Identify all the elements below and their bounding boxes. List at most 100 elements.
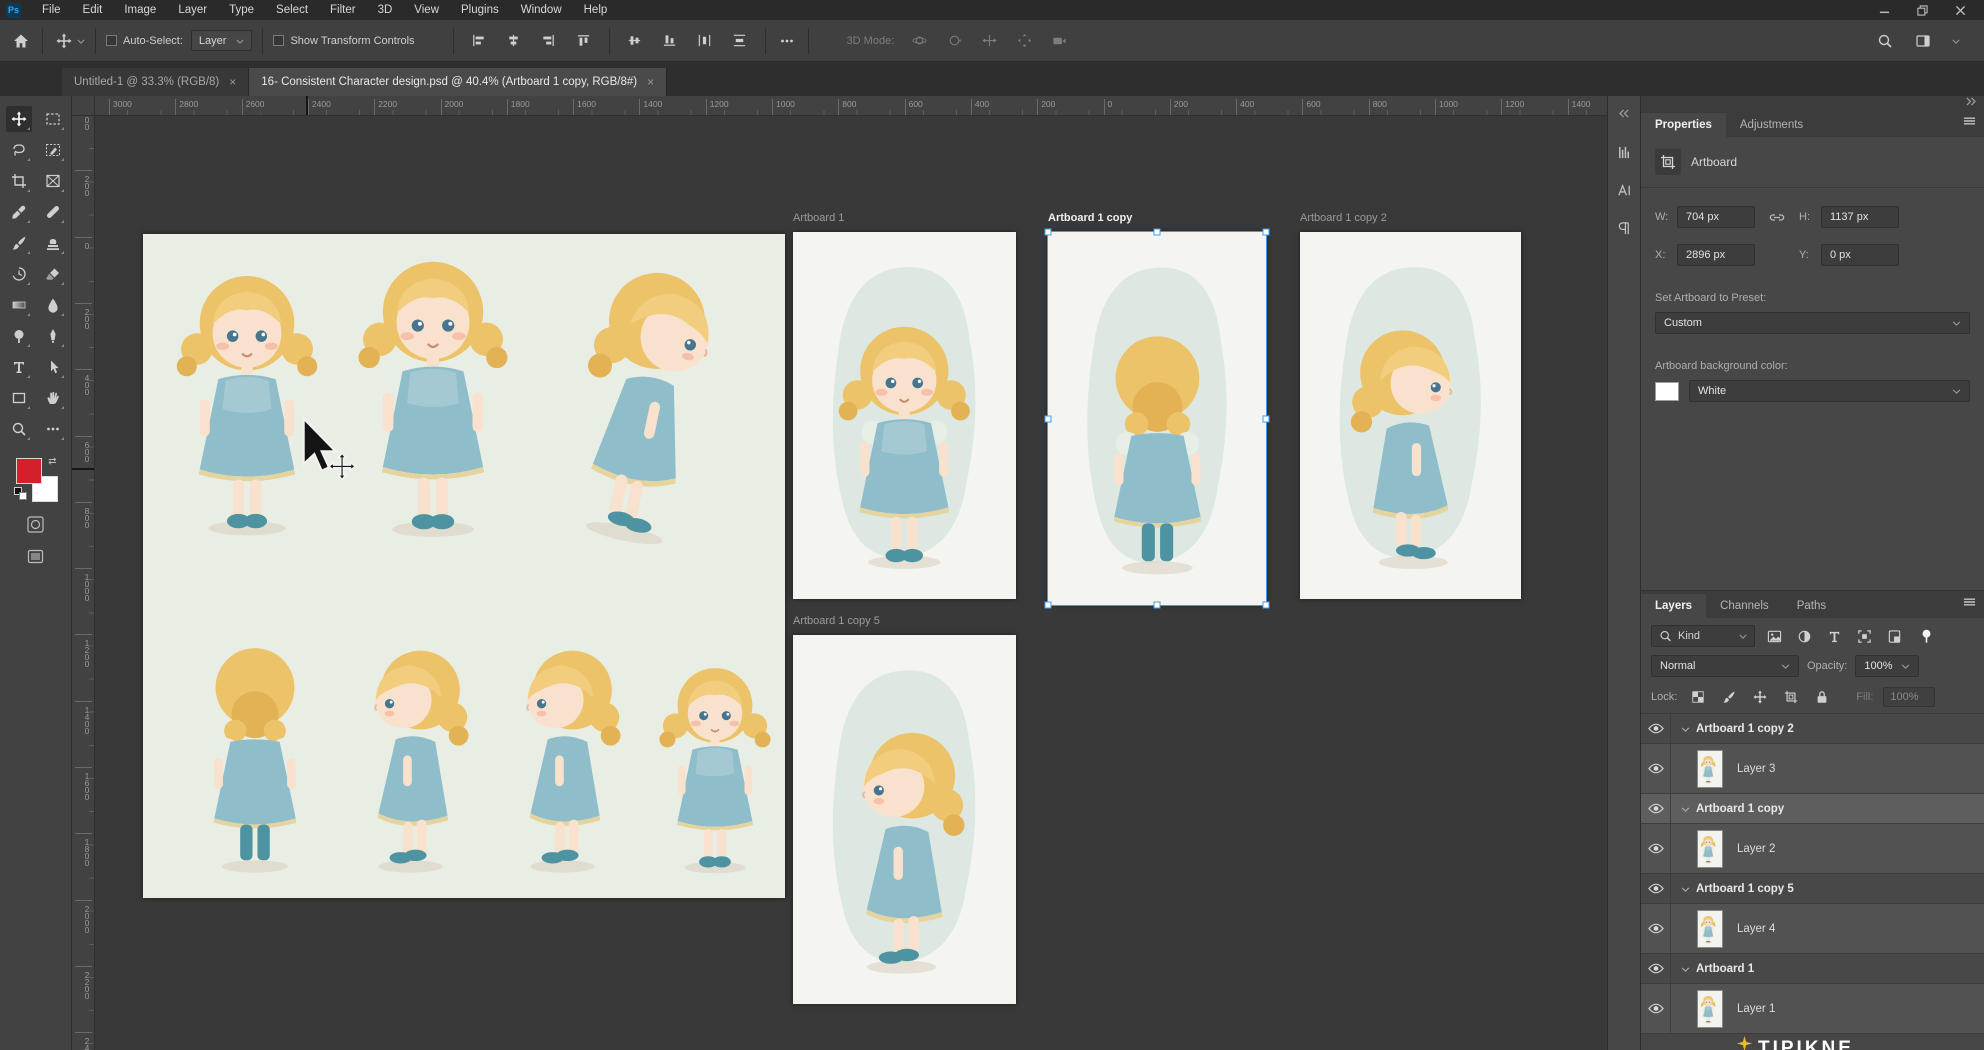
search-icon[interactable] <box>1874 30 1896 52</box>
menu-3d[interactable]: 3D <box>367 4 404 16</box>
artboard-label[interactable]: Artboard 1 copy 5 <box>793 615 880 631</box>
character-panel-icon[interactable] <box>1614 180 1634 200</box>
chevron-down-icon[interactable] <box>1681 803 1690 815</box>
lock-image-pixels-icon[interactable] <box>1718 686 1739 707</box>
filter-type-layers-icon[interactable] <box>1824 626 1845 647</box>
visibility-eye-icon[interactable] <box>1641 874 1671 903</box>
eyedropper-tool[interactable] <box>6 199 32 225</box>
artboard-label[interactable]: Artboard 1 copy <box>1048 212 1132 228</box>
pen-tool[interactable] <box>40 323 66 349</box>
tab-adjustments[interactable]: Adjustments <box>1726 113 1817 137</box>
align-right-icon[interactable] <box>538 30 560 52</box>
more-options-icon[interactable] <box>776 30 798 52</box>
healing-tool[interactable] <box>40 199 66 225</box>
height-field[interactable]: 1137 px <box>1821 206 1899 228</box>
layer-row[interactable]: Layer 2 <box>1641 824 1984 874</box>
ellipsis-tool[interactable] <box>40 416 66 442</box>
menu-image[interactable]: Image <box>113 4 167 16</box>
move-tool-preset-icon[interactable] <box>53 30 75 52</box>
tab-close-icon[interactable]: × <box>229 75 236 89</box>
zoom-tool[interactable] <box>6 416 32 442</box>
filter-kind-select[interactable]: Kind <box>1651 625 1755 647</box>
home-icon[interactable] <box>10 30 32 52</box>
menu-help[interactable]: Help <box>573 4 619 16</box>
chevron-down-icon[interactable] <box>1681 963 1690 975</box>
close-icon[interactable] <box>1954 4 1966 16</box>
artboard-bg-color-select[interactable]: White <box>1689 380 1970 402</box>
layer-thumbnail[interactable] <box>1697 990 1723 1028</box>
path-select-tool[interactable] <box>40 354 66 380</box>
lock-all-icon[interactable] <box>1811 686 1832 707</box>
gradient-tool[interactable] <box>6 292 32 318</box>
layer-row[interactable]: Layer 1 <box>1641 984 1984 1034</box>
collapse-panels-icon[interactable] <box>1965 97 1976 109</box>
panel-menu-icon[interactable] <box>1963 597 1976 610</box>
artboard[interactable] <box>1300 232 1521 599</box>
menu-type[interactable]: Type <box>218 4 265 16</box>
layer-row[interactable]: Layer 3 <box>1641 744 1984 794</box>
menu-window[interactable]: Window <box>510 4 573 16</box>
layer-thumbnail[interactable] <box>1697 750 1723 788</box>
type-tool[interactable] <box>6 354 32 380</box>
visibility-eye-icon[interactable] <box>1641 744 1671 793</box>
filter-pixel-layers-icon[interactable] <box>1764 626 1785 647</box>
swap-colors-icon[interactable]: ⇄ <box>48 456 56 467</box>
auto-select-target-select[interactable]: Layer <box>191 30 253 51</box>
align-top-icon[interactable] <box>573 30 595 52</box>
menu-select[interactable]: Select <box>265 4 319 16</box>
ruler-origin[interactable] <box>72 96 95 116</box>
artboard[interactable] <box>793 232 1016 599</box>
frame-tool[interactable] <box>40 168 66 194</box>
show-transform-checkbox[interactable] <box>273 35 284 46</box>
tab-layers[interactable]: Layers <box>1641 594 1706 618</box>
y-field[interactable]: 0 px <box>1821 244 1899 266</box>
chevron-down-icon[interactable] <box>1681 723 1690 735</box>
blend-mode-select[interactable]: Normal <box>1651 655 1799 677</box>
paragraph-panel-icon[interactable] <box>1614 218 1634 238</box>
screen-mode-icon[interactable] <box>27 548 44 568</box>
hand-tool[interactable] <box>40 385 66 411</box>
main-artboard[interactable] <box>143 234 785 898</box>
auto-select-checkbox[interactable] <box>106 35 117 46</box>
visibility-eye-icon[interactable] <box>1641 954 1671 983</box>
dodge-tool[interactable] <box>6 323 32 349</box>
quick-mask-icon[interactable] <box>27 516 44 536</box>
move-tool[interactable] <box>6 106 32 132</box>
preset-select[interactable]: Custom <box>1655 312 1970 334</box>
layer-group-row[interactable]: Artboard 1 <box>1641 954 1984 984</box>
visibility-eye-icon[interactable] <box>1641 714 1671 743</box>
menu-edit[interactable]: Edit <box>72 4 114 16</box>
default-colors-icon[interactable] <box>14 487 27 500</box>
filter-shape-layers-icon[interactable] <box>1854 626 1875 647</box>
chevron-down-icon[interactable] <box>1681 883 1690 895</box>
marquee-tool[interactable] <box>40 106 66 132</box>
layer-thumbnail[interactable] <box>1697 830 1723 868</box>
filter-adjustment-layers-icon[interactable] <box>1794 626 1815 647</box>
canvas[interactable]: Artboard 1 Artboard 1 copy Artboard 1 copy… <box>95 116 1607 1050</box>
artboard[interactable] <box>793 635 1016 1004</box>
align-bottom-icon[interactable] <box>659 30 681 52</box>
tab-properties[interactable]: Properties <box>1641 113 1726 137</box>
tab-channels[interactable]: Channels <box>1706 594 1783 618</box>
tab-paths[interactable]: Paths <box>1783 594 1840 618</box>
blur-tool[interactable] <box>40 292 66 318</box>
artboard-label[interactable]: Artboard 1 <box>793 212 844 228</box>
width-field[interactable]: 704 px <box>1677 206 1755 228</box>
brush-tool[interactable] <box>6 230 32 256</box>
crop-tool[interactable] <box>6 168 32 194</box>
lasso-tool[interactable] <box>6 137 32 163</box>
lock-position-icon[interactable] <box>1749 686 1770 707</box>
menu-layer[interactable]: Layer <box>167 4 218 16</box>
lock-artboard-icon[interactable] <box>1780 686 1801 707</box>
lock-transparent-pixels-icon[interactable] <box>1687 686 1708 707</box>
rectangle-tool[interactable] <box>6 385 32 411</box>
horizontal-ruler[interactable]: 3000280026002400220020001800160014001200… <box>95 96 1607 116</box>
filter-smart-objects-icon[interactable] <box>1884 626 1905 647</box>
layer-row[interactable]: Layer 4 <box>1641 904 1984 954</box>
brush-settings-panel-icon[interactable] <box>1614 142 1634 162</box>
foreground-color-swatch[interactable] <box>16 458 42 484</box>
object-select-tool[interactable] <box>40 137 66 163</box>
distribute-h-icon[interactable] <box>694 30 716 52</box>
menu-plugins[interactable]: Plugins <box>450 4 510 16</box>
layer-filtering-toggle-icon[interactable] <box>1916 626 1937 647</box>
